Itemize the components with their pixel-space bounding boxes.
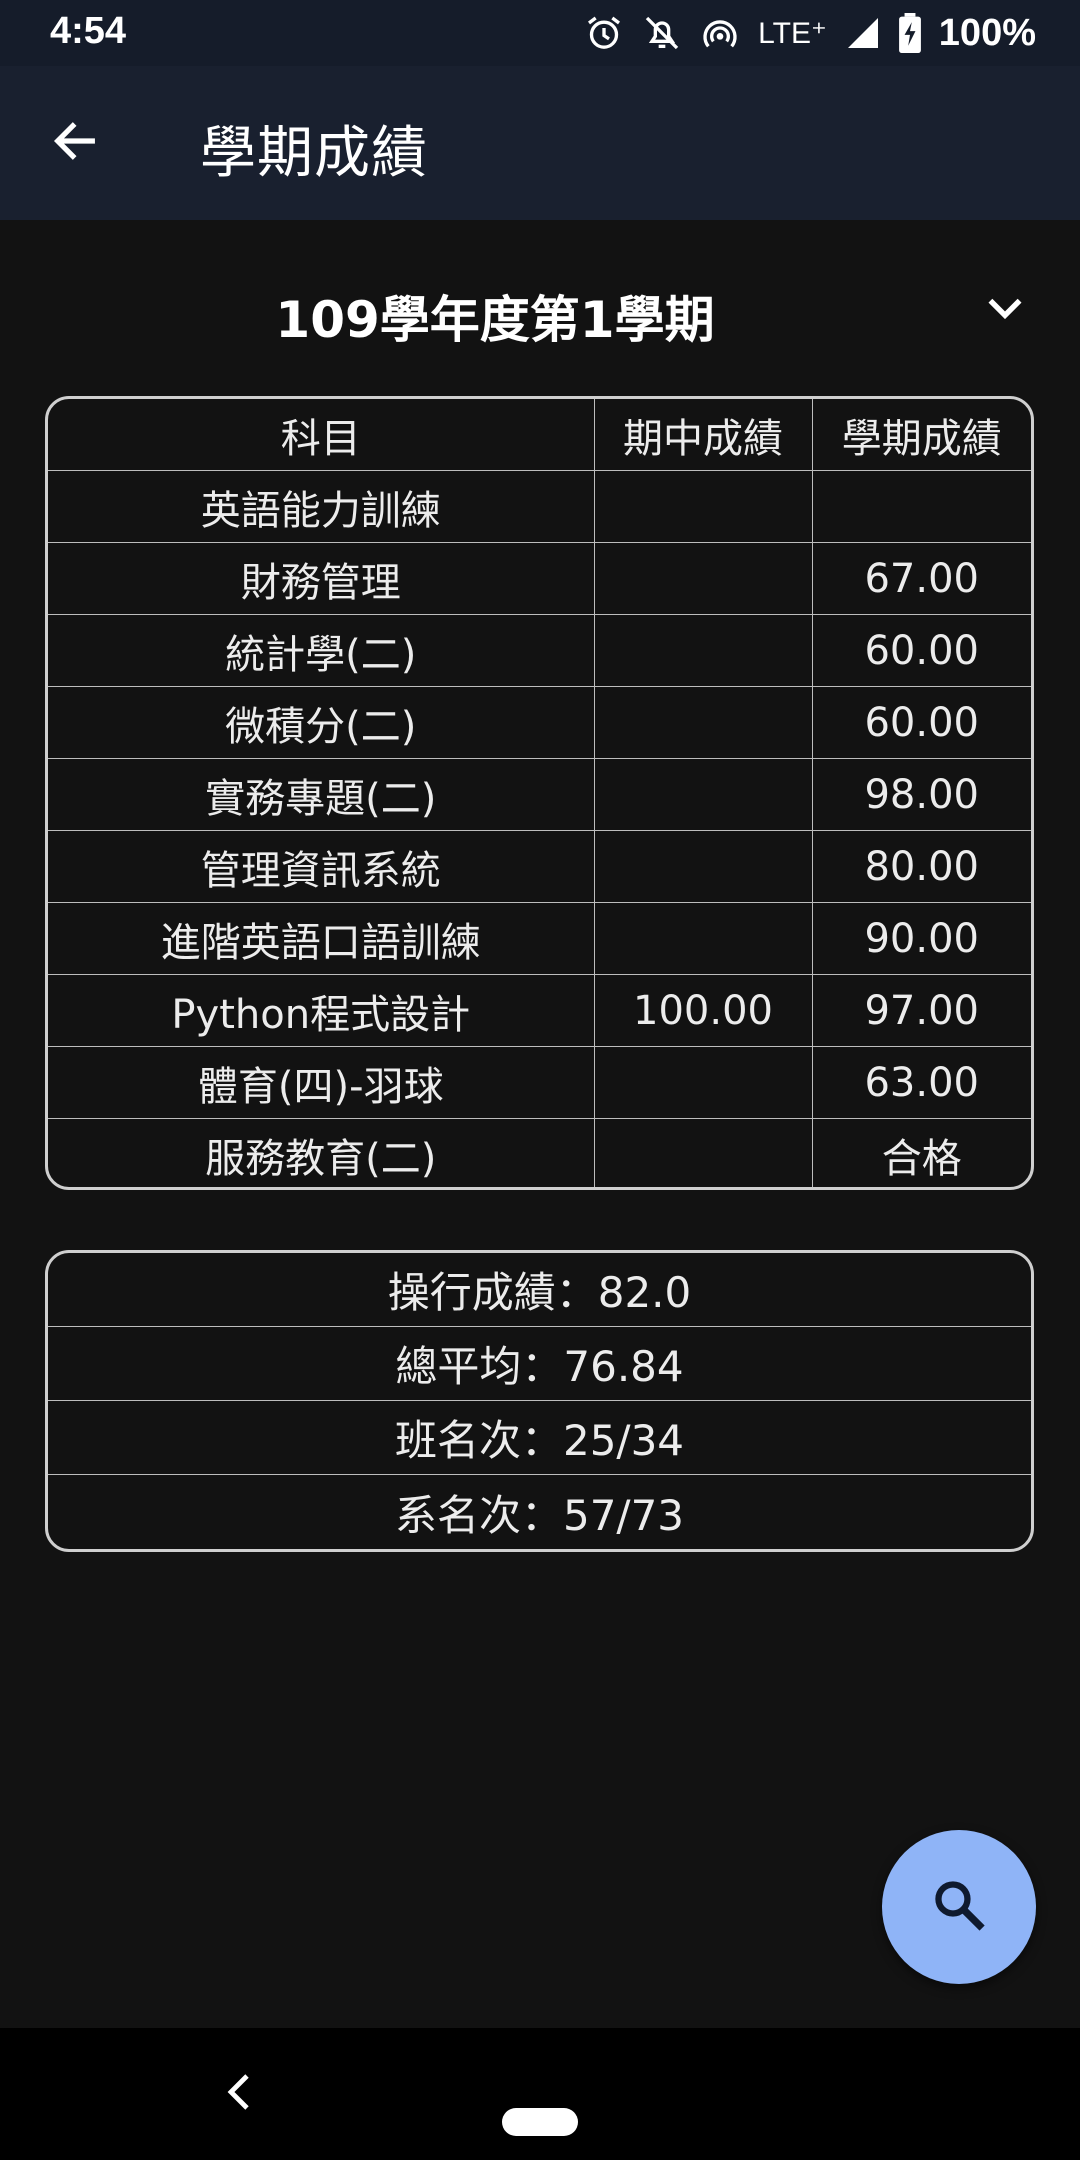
midterm-cell bbox=[593, 830, 813, 903]
semester-score-cell: 90.00 bbox=[811, 902, 1031, 975]
semester-score-cell: 97.00 bbox=[811, 974, 1031, 1047]
network-type: LTE⁺ bbox=[758, 16, 827, 50]
signal-icon bbox=[845, 15, 881, 51]
department-rank: 系名次：57/73 bbox=[394, 1490, 685, 1540]
table-row: 英語能力訓練 bbox=[48, 470, 1031, 543]
back-button[interactable] bbox=[40, 110, 110, 176]
table-row: 財務管理 67.00 bbox=[48, 542, 1031, 615]
midterm-cell bbox=[593, 686, 813, 759]
status-time: 4:54 bbox=[50, 10, 127, 52]
semester-score-cell: 98.00 bbox=[811, 758, 1031, 831]
table-header-row: 科目 期中成績 學期成績 bbox=[48, 399, 1031, 471]
semester-score-cell: 合格 bbox=[811, 1118, 1031, 1187]
arrow-back-icon bbox=[49, 115, 101, 171]
subject-cell: 管理資訊系統 bbox=[48, 830, 595, 903]
semester-score-cell: 60.00 bbox=[811, 614, 1031, 687]
midterm-cell bbox=[593, 902, 813, 975]
class-rank: 班名次：25/34 bbox=[48, 1401, 1031, 1475]
midterm-cell bbox=[593, 614, 813, 687]
midterm-cell bbox=[593, 758, 813, 831]
semester-dropdown[interactable]: 109學年度第1學期 bbox=[40, 262, 1040, 362]
status-icons: LTE⁺ 100% bbox=[584, 8, 1036, 58]
semester-score-cell bbox=[811, 470, 1031, 543]
midterm-cell: 100.00 bbox=[593, 974, 813, 1047]
header-semester: 學期成績 bbox=[811, 399, 1031, 471]
status-bar: 4:54 LTE⁺ 100% bbox=[0, 0, 1080, 66]
table-row: Python程式設計 100.00 97.00 bbox=[48, 974, 1031, 1047]
subject-cell: 統計學(二) bbox=[48, 614, 595, 687]
chevron-down-icon bbox=[980, 284, 1030, 338]
midterm-cell bbox=[593, 470, 813, 543]
search-icon bbox=[930, 1876, 988, 1938]
semester-score-cell: 67.00 bbox=[811, 542, 1031, 615]
semester-selected-value: 109學年度第1學期 bbox=[275, 291, 715, 349]
semester-score-cell: 63.00 bbox=[811, 1046, 1031, 1119]
semester-score-cell: 60.00 bbox=[811, 686, 1031, 759]
table-row: 實務專題(二) 98.00 bbox=[48, 758, 1031, 831]
app-bar: 學期成績 bbox=[0, 66, 1080, 220]
home-pill-icon[interactable] bbox=[502, 2108, 578, 2136]
subject-cell: 實務專題(二) bbox=[48, 758, 595, 831]
subject-cell: 體育(四)-羽球 bbox=[48, 1046, 595, 1119]
alarm-icon bbox=[584, 13, 624, 53]
battery-charging-icon bbox=[898, 13, 921, 53]
conduct-score: 操行成績：82.0 bbox=[48, 1253, 1031, 1327]
search-fab-button[interactable] bbox=[882, 1830, 1036, 1984]
subject-cell: 服務教育(二) bbox=[48, 1118, 595, 1187]
page-title: 學期成績 bbox=[200, 121, 428, 186]
semester-score-cell: 80.00 bbox=[811, 830, 1031, 903]
grades-table-card: 科目 期中成績 學期成績 英語能力訓練 財務管理 67.00 統計學(二) 60… bbox=[45, 396, 1034, 1190]
header-subject: 科目 bbox=[48, 399, 595, 471]
subject-cell: 財務管理 bbox=[48, 542, 595, 615]
midterm-cell bbox=[593, 1046, 813, 1119]
table-row: 進階英語口語訓練 90.00 bbox=[48, 902, 1031, 975]
overall-average: 總平均：76.84 bbox=[48, 1327, 1031, 1401]
table-row: 體育(四)-羽球 63.00 bbox=[48, 1046, 1031, 1119]
midterm-cell bbox=[593, 542, 813, 615]
system-nav-bar bbox=[0, 2028, 1080, 2160]
subject-cell: Python程式設計 bbox=[48, 974, 595, 1047]
nav-back-icon bbox=[225, 2072, 251, 2116]
subject-cell: 進階英語口語訓練 bbox=[48, 902, 595, 975]
subject-cell: 微積分(二) bbox=[48, 686, 595, 759]
nav-back-button[interactable] bbox=[218, 2068, 258, 2120]
table-row: 管理資訊系統 80.00 bbox=[48, 830, 1031, 903]
table-row: 服務教育(二) 合格 bbox=[48, 1118, 1031, 1187]
midterm-cell bbox=[593, 1118, 813, 1187]
notifications-off-icon bbox=[642, 13, 682, 53]
table-row: 微積分(二) 60.00 bbox=[48, 686, 1031, 759]
hotspot-icon bbox=[700, 13, 740, 53]
table-row: 統計學(二) 60.00 bbox=[48, 614, 1031, 687]
grades-table: 科目 期中成績 學期成績 英語能力訓練 財務管理 67.00 統計學(二) 60… bbox=[48, 399, 1031, 1187]
summary-card: 操行成績：82.0 總平均：76.84 班名次：25/34 系名次：57/73 bbox=[45, 1250, 1034, 1552]
subject-cell: 英語能力訓練 bbox=[48, 470, 595, 543]
battery-level: 100% bbox=[938, 11, 1036, 54]
header-midterm: 期中成績 bbox=[593, 399, 813, 471]
